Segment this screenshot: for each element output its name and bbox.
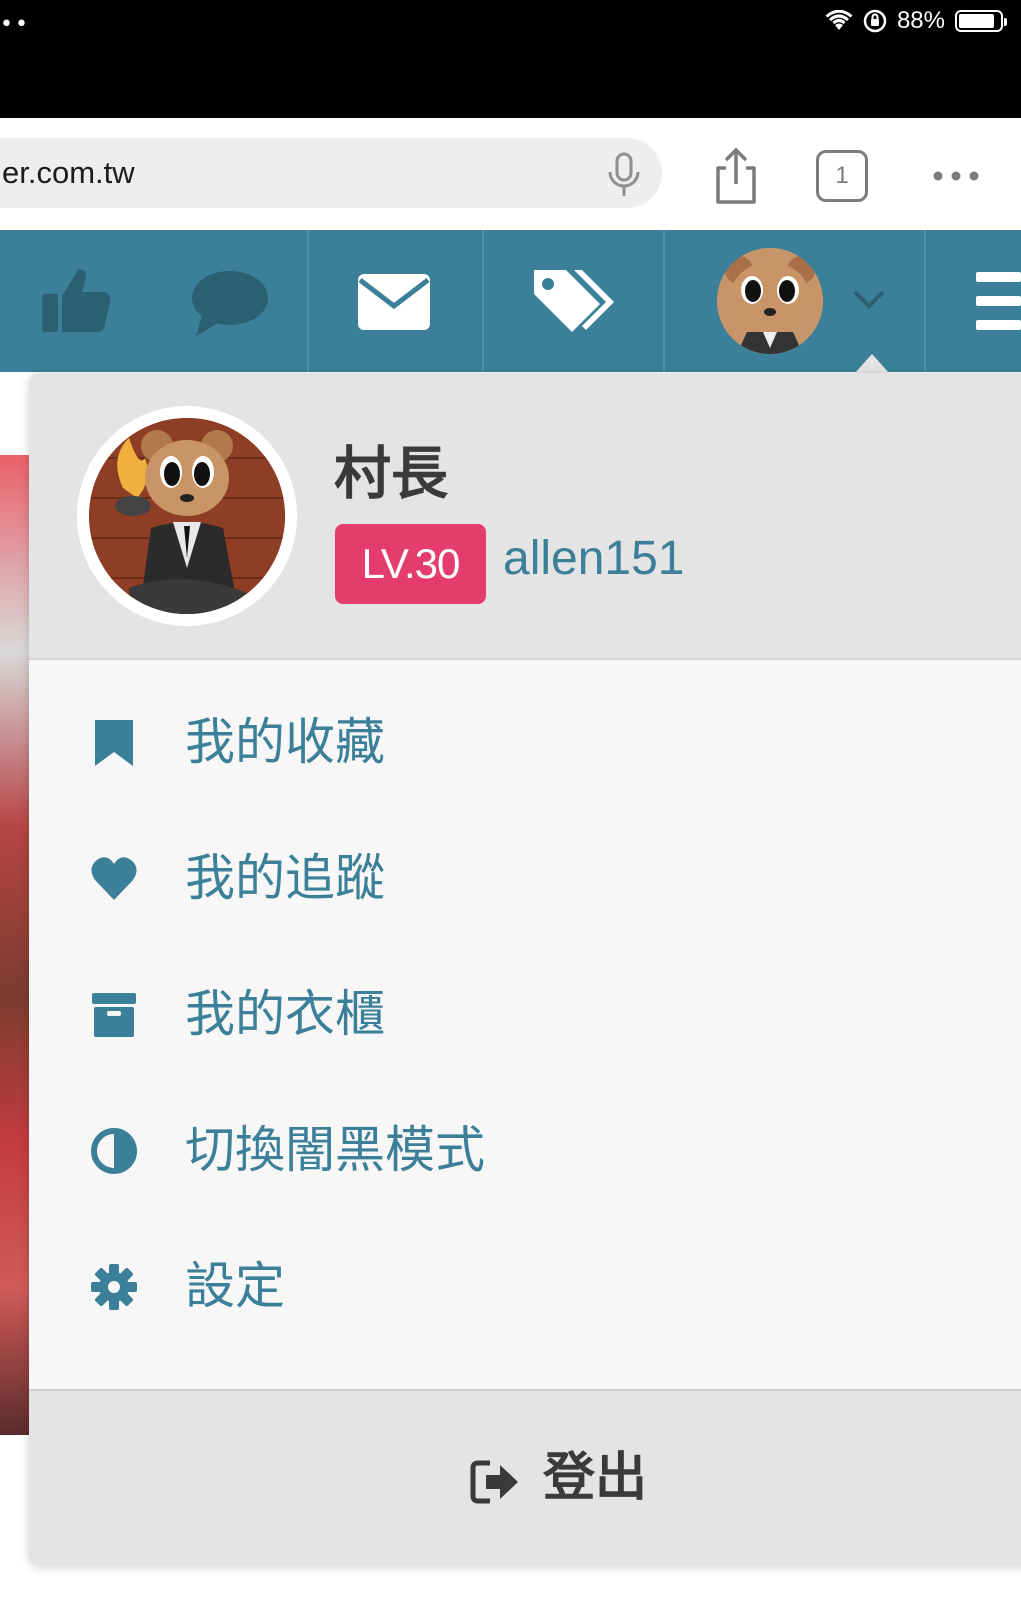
browser-toolbar: er.com.tw 1 [0, 118, 1021, 230]
menu-item-label: 設定 [185, 1257, 285, 1315]
address-bar[interactable]: er.com.tw [0, 138, 662, 208]
envelope-icon[interactable] [356, 272, 432, 332]
user-nickname: 村長 [334, 441, 448, 507]
tabs-button[interactable]: 1 [816, 150, 868, 202]
more-options-icon[interactable] [926, 146, 986, 206]
site-nav-bar [0, 230, 1021, 372]
menu-item-label: 我的收藏 [185, 713, 385, 771]
chevron-down-icon[interactable] [852, 288, 886, 310]
dropdown-caret [854, 354, 890, 374]
tab-count: 1 [835, 162, 849, 189]
bear-avatar-image [717, 248, 823, 354]
avatar-image-frame [89, 418, 285, 614]
bear-avatar-image [89, 418, 285, 614]
status-right: 88% [825, 4, 1007, 38]
user-dropdown-menu: 村長 LV.30 allen151 我的收藏 我的追蹤 我的衣櫃 切換闇黑模式 [29, 373, 1021, 1565]
nav-divider [482, 230, 484, 372]
microphone-icon[interactable] [604, 152, 644, 198]
background-page-image [0, 455, 30, 1435]
url-text: er.com.tw [2, 155, 135, 190]
nav-divider [663, 230, 665, 372]
profile-header: 村長 LV.30 allen151 [29, 373, 1021, 660]
thumbs-up-icon[interactable] [40, 266, 114, 336]
battery-icon [955, 10, 1007, 32]
hamburger-menu-icon[interactable] [976, 268, 1021, 334]
screen: •• 88% er.com.tw 1 村長 LV.30 allen151 我的收… [0, 0, 1021, 1617]
menu-item-favorites[interactable]: 我的收藏 [29, 684, 1021, 804]
tags-icon[interactable] [530, 266, 614, 338]
user-avatar-large[interactable] [77, 406, 297, 626]
logout-button[interactable]: 登出 [29, 1389, 1021, 1565]
gear-icon [91, 1264, 137, 1310]
status-dots: •• [0, 12, 30, 37]
orientation-lock-icon [863, 9, 887, 33]
half-circle-contrast-icon [91, 1128, 137, 1174]
archive-box-icon [92, 993, 136, 1037]
menu-item-following[interactable]: 我的追蹤 [29, 820, 1021, 940]
level-badge: LV.30 [335, 524, 486, 604]
sign-out-icon [470, 1460, 518, 1504]
username-link[interactable]: allen151 [503, 531, 685, 586]
nav-divider [924, 230, 926, 372]
menu-item-wardrobe[interactable]: 我的衣櫃 [29, 956, 1021, 1076]
chat-bubble-icon[interactable] [188, 268, 270, 340]
battery-percent: 88% [896, 7, 945, 34]
menu-item-dark-mode[interactable]: 切換闇黑模式 [29, 1092, 1021, 1212]
menu-item-label: 我的追蹤 [185, 849, 385, 907]
wifi-icon [825, 10, 853, 30]
menu-item-label: 我的衣櫃 [185, 985, 385, 1043]
menu-item-settings[interactable]: 設定 [29, 1228, 1021, 1348]
nav-divider [307, 230, 309, 372]
menu-item-label: 切換闇黑模式 [185, 1121, 485, 1179]
bookmark-icon [95, 720, 133, 766]
user-avatar-small[interactable] [717, 248, 823, 354]
status-bar: •• 88% [0, 0, 1021, 118]
share-icon[interactable] [706, 146, 766, 206]
logout-label: 登出 [543, 1448, 648, 1508]
heart-icon [91, 857, 137, 900]
